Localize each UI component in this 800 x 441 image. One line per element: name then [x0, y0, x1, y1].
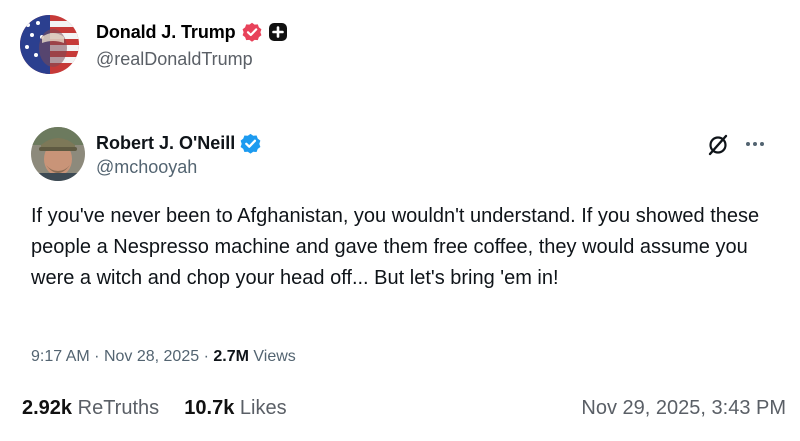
quoted-author-name[interactable]: Robert J. O'Neill — [96, 133, 235, 154]
grok-icon[interactable] — [706, 133, 730, 157]
post-timestamp: Nov 29, 2025, 3:43 PM — [581, 397, 786, 419]
plus-badge-icon — [268, 22, 288, 42]
poster-name-row: Donald J. Trump — [96, 20, 288, 44]
views-count: 2.7M — [213, 348, 249, 365]
likes-label[interactable]: Likes — [240, 397, 287, 419]
meta-separator: · — [94, 348, 100, 365]
poster-avatar[interactable] — [20, 15, 79, 74]
post-stats: 2.92k ReTruths 10.7k Likes — [22, 397, 287, 420]
quoted-post-time[interactable]: 9:17 AM — [31, 348, 90, 365]
quoted-post-text: If you've never been to Afghanistan, you… — [31, 205, 760, 289]
quoted-post-date[interactable]: Nov 28, 2025 — [104, 348, 199, 365]
verified-badge-icon — [242, 22, 262, 42]
retruths-label[interactable]: ReTruths — [78, 397, 160, 419]
quoted-post-meta: 9:17 AM · Nov 28, 2025 · 2.7M Views — [31, 348, 296, 366]
poster-handle[interactable]: @realDonaldTrump — [96, 49, 253, 70]
views-label: Views — [253, 348, 296, 365]
retruths-count[interactable]: 2.92k — [22, 397, 72, 419]
meta-separator: · — [203, 348, 209, 365]
poster-name[interactable]: Donald J. Trump — [96, 22, 236, 43]
quoted-author-handle[interactable]: @mchooyah — [96, 157, 197, 178]
verified-badge-icon — [240, 133, 261, 154]
quoted-name-row: Robert J. O'Neill — [96, 131, 261, 155]
likes-count[interactable]: 10.7k — [184, 397, 234, 419]
quoted-avatar[interactable] — [31, 127, 85, 181]
more-icon[interactable] — [744, 136, 766, 152]
